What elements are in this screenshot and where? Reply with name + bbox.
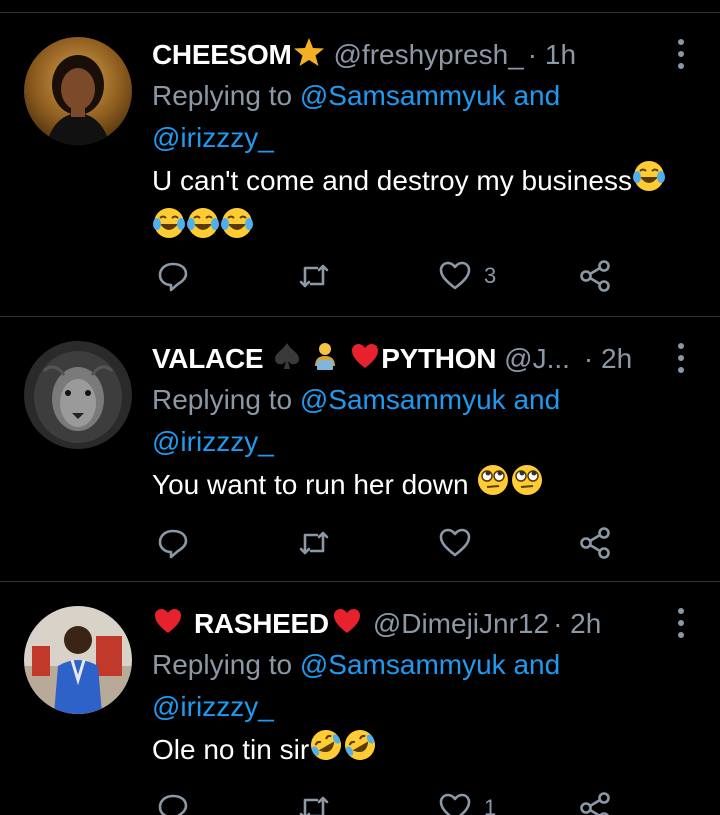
avatar[interactable] bbox=[24, 341, 132, 449]
tears-of-joy-emoji bbox=[632, 159, 666, 206]
profile-photo-man bbox=[24, 606, 132, 714]
retweet-button[interactable] bbox=[297, 788, 343, 815]
tweet-item[interactable]: RASHEED @DimejiJnr12 · 2h Replying to @S… bbox=[0, 582, 720, 815]
rolling-laughing-emoji bbox=[343, 728, 377, 775]
tweet-header: VALACE PYTHON @J... · 2h bbox=[152, 341, 660, 377]
technologist-emoji bbox=[309, 341, 341, 377]
heart-icon bbox=[439, 261, 471, 290]
profile-photo-lion bbox=[24, 341, 132, 449]
mention-link[interactable]: @Samsammyuk bbox=[300, 649, 506, 680]
author-name[interactable]: CHEESOM bbox=[152, 39, 292, 71]
profile-photo-woman bbox=[24, 37, 132, 145]
author-name[interactable]: VALACE bbox=[152, 343, 264, 375]
mention-conjunction: and bbox=[505, 80, 561, 111]
rolling-eyes-emoji bbox=[476, 463, 510, 510]
share-icon bbox=[580, 792, 610, 815]
reply-icon bbox=[158, 262, 188, 292]
heart-icon bbox=[439, 793, 471, 815]
author-handle[interactable]: @J... bbox=[504, 343, 570, 375]
retweet-icon bbox=[299, 264, 329, 288]
tweet-item[interactable]: CHEESOM @freshypresh_ · 1h Replying to @… bbox=[0, 13, 720, 317]
red-heart-emoji bbox=[349, 341, 381, 377]
tears-of-joy-emoji bbox=[220, 206, 254, 253]
retweet-icon bbox=[299, 531, 329, 555]
replying-prefix: Replying to bbox=[152, 649, 300, 680]
replying-prefix: Replying to bbox=[152, 80, 300, 111]
heart-icon bbox=[439, 528, 471, 557]
tweet-header: CHEESOM @freshypresh_ · 1h bbox=[152, 37, 660, 73]
replying-to: Replying to @Samsammyuk and @irizzzy_ bbox=[152, 379, 672, 463]
reply-icon bbox=[158, 529, 188, 559]
tweet-item[interactable]: VALACE PYTHON @J... · 2h Replying to @Sa… bbox=[0, 317, 720, 582]
reply-button[interactable] bbox=[156, 788, 202, 815]
tweet-actions bbox=[152, 523, 632, 563]
replying-to: Replying to @Samsammyuk and @irizzzy_ bbox=[152, 644, 672, 728]
retweet-icon bbox=[299, 796, 329, 815]
mention-link[interactable]: @irizzzy_ bbox=[152, 122, 274, 153]
author-handle[interactable]: @DimejiJnr12 bbox=[373, 608, 549, 640]
reply-button[interactable] bbox=[156, 523, 202, 563]
like-button[interactable]: 3 bbox=[438, 256, 496, 296]
rolling-eyes-emoji bbox=[510, 463, 544, 510]
retweet-button[interactable] bbox=[297, 256, 343, 296]
mention-conjunction: and bbox=[505, 384, 561, 415]
tweet-text: Ole no tin sir bbox=[152, 728, 692, 775]
tweet-header: RASHEED @DimejiJnr12 · 2h bbox=[152, 606, 660, 642]
like-button[interactable] bbox=[438, 523, 484, 563]
spade-suit-emoji bbox=[271, 341, 303, 377]
tweet-time[interactable]: · 2h bbox=[553, 608, 601, 640]
red-heart-emoji bbox=[331, 606, 363, 642]
avatar[interactable] bbox=[24, 37, 132, 145]
share-icon bbox=[580, 527, 610, 559]
tweet-text-content: U can't come and destroy my business bbox=[152, 165, 633, 196]
author-handle[interactable]: @freshypresh_ bbox=[333, 39, 523, 71]
tweet-text-content: Ole no tin sir bbox=[152, 734, 310, 765]
more-options-icon[interactable] bbox=[676, 608, 686, 638]
more-options-icon[interactable] bbox=[676, 39, 686, 69]
reply-icon bbox=[158, 794, 188, 815]
tears-of-joy-emoji bbox=[152, 206, 186, 253]
replying-to: Replying to @Samsammyuk and @irizzzy_ bbox=[152, 75, 672, 159]
tweet-text: You want to run her down bbox=[152, 463, 692, 510]
tweet-feed: CHEESOM @freshypresh_ · 1h Replying to @… bbox=[0, 0, 720, 815]
tears-of-joy-emoji bbox=[186, 206, 220, 253]
tweet-time[interactable]: · 1h bbox=[528, 39, 576, 71]
mention-link[interactable]: @irizzzy_ bbox=[152, 691, 274, 722]
author-name-suffix[interactable]: PYTHON bbox=[381, 343, 496, 375]
retweet-button[interactable] bbox=[297, 523, 343, 563]
mention-conjunction: and bbox=[505, 649, 561, 680]
tweet-text-content: You want to run her down bbox=[152, 469, 469, 500]
like-button[interactable]: 1 bbox=[438, 788, 496, 815]
mention-link[interactable]: @irizzzy_ bbox=[152, 426, 274, 457]
red-heart-emoji bbox=[152, 606, 184, 642]
reply-button[interactable] bbox=[156, 256, 202, 296]
avatar[interactable] bbox=[24, 606, 132, 714]
tweet-actions: 1 bbox=[152, 788, 632, 815]
rolling-laughing-emoji bbox=[309, 728, 343, 775]
share-button[interactable] bbox=[578, 256, 612, 296]
tweet-time[interactable]: · 2h bbox=[584, 343, 632, 375]
replying-prefix: Replying to bbox=[152, 384, 300, 415]
author-name[interactable]: RASHEED bbox=[194, 608, 329, 640]
share-button[interactable] bbox=[578, 523, 612, 563]
tweet-text: U can't come and destroy my business bbox=[152, 159, 692, 253]
share-icon bbox=[580, 260, 610, 292]
share-button[interactable] bbox=[578, 788, 612, 815]
mention-link[interactable]: @Samsammyuk bbox=[300, 80, 506, 111]
star-emoji bbox=[293, 37, 325, 73]
mention-link[interactable]: @Samsammyuk bbox=[300, 384, 506, 415]
like-count: 1 bbox=[484, 795, 497, 815]
like-count: 3 bbox=[484, 263, 497, 288]
tweet-actions: 3 bbox=[152, 256, 632, 296]
more-options-icon[interactable] bbox=[676, 343, 686, 373]
